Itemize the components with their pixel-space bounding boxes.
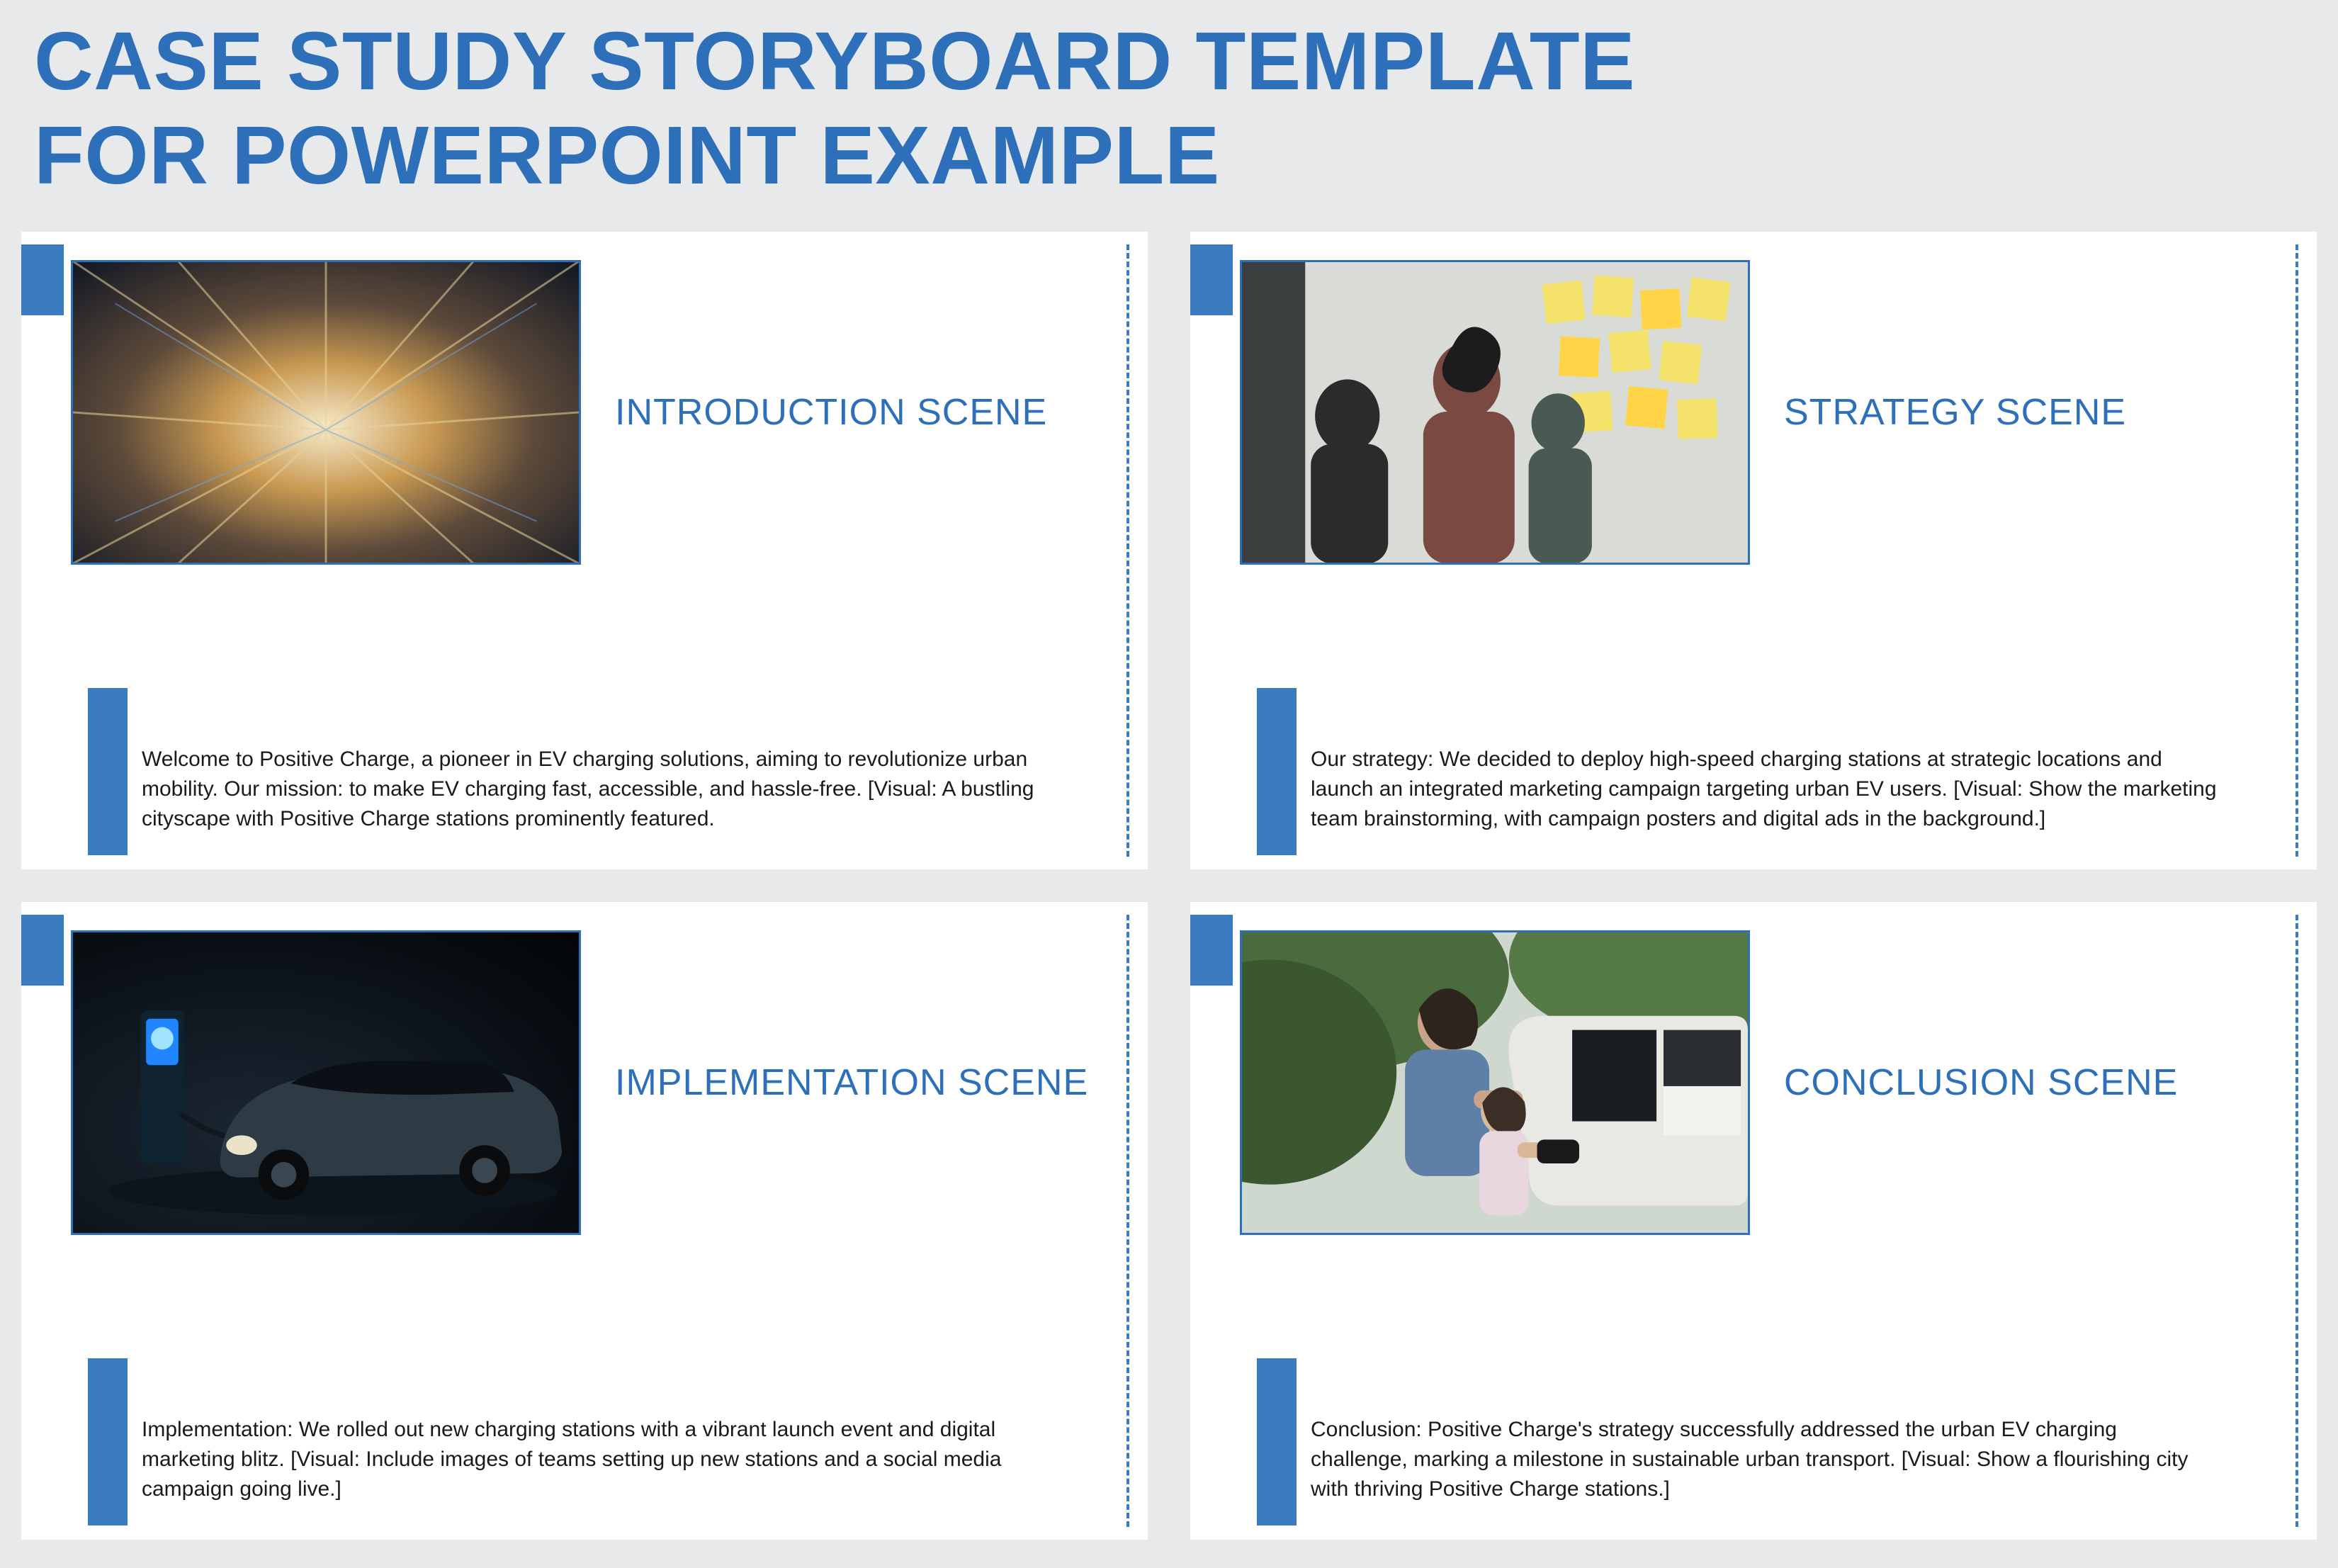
accent-tab <box>1190 244 1233 315</box>
card-lower: Implementation: We rolled out new chargi… <box>64 1415 1105 1504</box>
page-title: CASE STUDY STORYBOARD TEMPLATE FOR POWER… <box>34 14 2317 203</box>
scene-title: CONCLUSION SCENE <box>1784 1061 2178 1104</box>
scene-title: STRATEGY SCENE <box>1784 391 2126 434</box>
card-introduction: INTRODUCTION SCENE Welcome to Positive C… <box>21 232 1148 869</box>
card-upper: STRATEGY SCENE <box>1233 260 2274 565</box>
card-strategy: STRATEGY SCENE Our strategy: We decided … <box>1190 232 2317 869</box>
scene-title: INTRODUCTION SCENE <box>615 391 1047 434</box>
card-conclusion: CONCLUSION SCENE Conclusion: Positive Ch… <box>1190 902 2317 1540</box>
card-lower: Welcome to Positive Charge, a pioneer in… <box>64 745 1105 834</box>
dashed-divider <box>2295 244 2298 857</box>
card-lower: Conclusion: Positive Charge's strategy s… <box>1233 1415 2274 1504</box>
scene-image <box>1240 260 1750 565</box>
storyboard-grid: INTRODUCTION SCENE Welcome to Positive C… <box>21 232 2317 1540</box>
card-implementation: IMPLEMENTATION SCENE Implementation: We … <box>21 902 1148 1540</box>
scene-body: Our strategy: We decided to deploy high-… <box>1311 745 2218 834</box>
dashed-divider <box>1126 915 1129 1527</box>
accent-bar <box>1257 688 1297 855</box>
accent-tab <box>21 915 64 986</box>
accent-tab <box>21 244 64 315</box>
scene-body: Conclusion: Positive Charge's strategy s… <box>1311 1415 2218 1504</box>
scene-title: IMPLEMENTATION SCENE <box>615 1061 1088 1104</box>
dashed-divider <box>2295 915 2298 1527</box>
card-upper: INTRODUCTION SCENE <box>64 260 1105 565</box>
scene-body: Welcome to Positive Charge, a pioneer in… <box>142 745 1049 834</box>
card-upper: CONCLUSION SCENE <box>1233 930 2274 1235</box>
title-line-1: CASE STUDY STORYBOARD TEMPLATE <box>34 15 1635 107</box>
scene-image <box>71 260 581 565</box>
card-lower: Our strategy: We decided to deploy high-… <box>1233 745 2274 834</box>
accent-bar <box>88 1358 128 1525</box>
accent-bar <box>1257 1358 1297 1525</box>
card-upper: IMPLEMENTATION SCENE <box>64 930 1105 1235</box>
accent-tab <box>1190 915 1233 986</box>
dashed-divider <box>1126 244 1129 857</box>
title-line-2: FOR POWERPOINT EXAMPLE <box>34 109 1220 201</box>
scene-image <box>1240 930 1750 1235</box>
accent-bar <box>88 688 128 855</box>
scene-image <box>71 930 581 1235</box>
scene-body: Implementation: We rolled out new chargi… <box>142 1415 1049 1504</box>
